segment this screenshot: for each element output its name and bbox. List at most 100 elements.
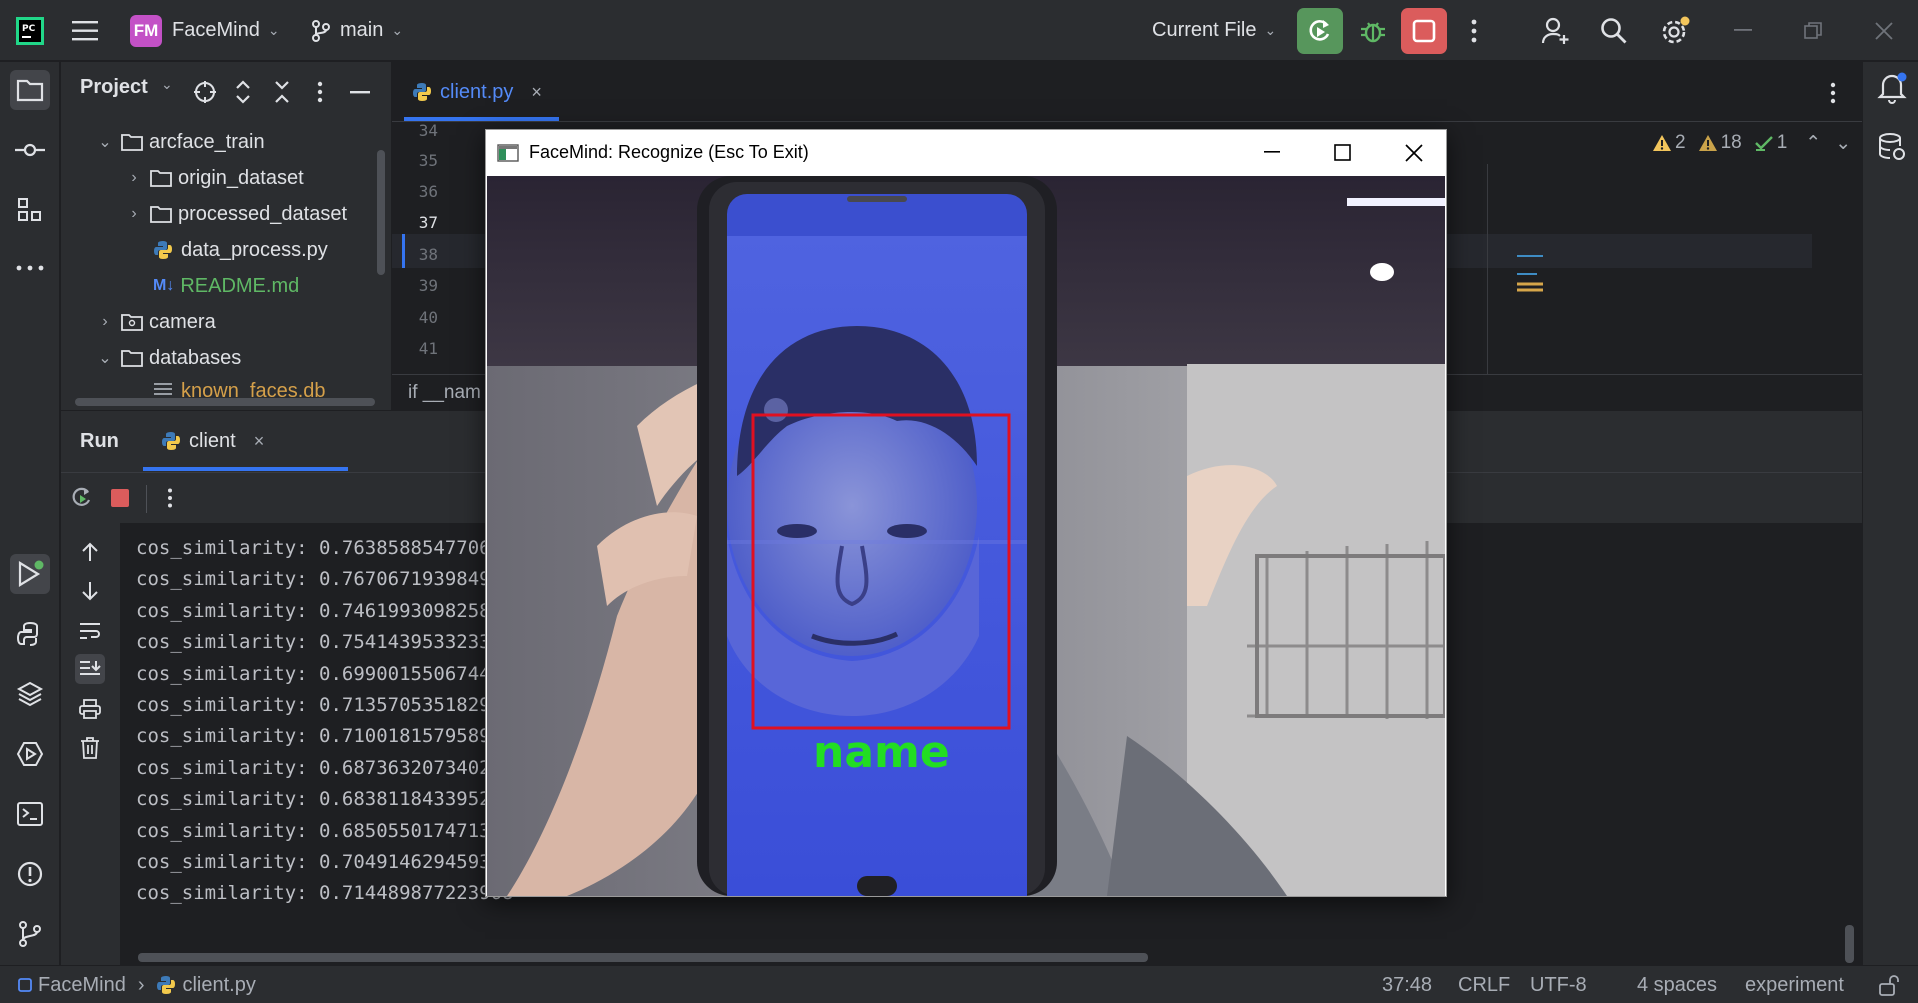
tree-item-data-process-py[interactable]: data_process.py	[153, 232, 328, 268]
active-tab-indicator	[143, 467, 348, 471]
commit-icon[interactable]	[10, 130, 50, 170]
tab-client-py[interactable]: client.py ×	[412, 76, 542, 108]
run-options-icon[interactable]	[167, 488, 173, 508]
close-tab-icon[interactable]: ×	[531, 82, 542, 103]
stop-button[interactable]	[1401, 0, 1447, 61]
minimize-window-icon[interactable]	[1264, 151, 1282, 154]
indent-setting[interactable]: 4 spaces	[1637, 966, 1717, 1003]
camera-image	[487, 176, 1445, 896]
recognize-window-title: FaceMind: Recognize (Esc To Exit)	[529, 142, 809, 162]
branch-switcher[interactable]: main ⌄	[310, 0, 403, 61]
python-packages-layers-icon[interactable]	[10, 674, 50, 714]
tree-item-readme-md[interactable]: M↓ README.md	[153, 268, 299, 304]
more-actions-icon[interactable]	[1470, 0, 1478, 61]
search-icon[interactable]	[1600, 0, 1628, 61]
panel-options-icon[interactable]	[317, 81, 323, 103]
inspection-widget[interactable]: 2 18 1 ⌃ ⌄	[1652, 130, 1851, 156]
stop-process-icon[interactable]	[111, 489, 129, 507]
branch-name: main	[340, 19, 384, 41]
expand-all-icon[interactable]	[234, 80, 252, 104]
folder-icon	[121, 314, 143, 331]
maximize-window-icon[interactable]	[1334, 144, 1352, 162]
run-tab-client[interactable]: client ×	[161, 426, 264, 456]
project-tool-folder-icon[interactable]	[10, 70, 50, 110]
line-separator[interactable]: CRLF	[1458, 966, 1510, 1003]
tree-item-camera[interactable]: › camera	[95, 304, 215, 340]
recognize-window-titlebar[interactable]: FaceMind: Recognize (Esc To Exit)	[486, 130, 1446, 175]
tree-vertical-scrollbar[interactable]	[377, 150, 385, 275]
breadcrumb[interactable]: if __nam	[408, 382, 481, 404]
python-file-icon	[157, 976, 176, 994]
close-window-icon[interactable]	[1875, 0, 1893, 61]
soft-wrap-icon[interactable]	[75, 616, 105, 646]
database-icon[interactable]	[1877, 132, 1907, 162]
tree-item-databases[interactable]: ⌄ databases	[95, 340, 241, 376]
chevron-down-icon[interactable]: ⌄	[161, 76, 173, 93]
main-menu-icon[interactable]	[72, 0, 100, 61]
run-tool-icon[interactable]	[10, 554, 50, 594]
console-line: cos_similarity: 0.76706719398498	[136, 568, 503, 591]
project-panel-title[interactable]: Project	[80, 76, 148, 99]
rerun-icon[interactable]	[69, 485, 95, 511]
hide-panel-icon[interactable]	[350, 91, 370, 94]
minimize-window-icon[interactable]	[1734, 0, 1752, 61]
next-highlight-icon[interactable]: ⌄	[1835, 132, 1851, 155]
python-file-icon	[413, 83, 431, 101]
console-vertical-scrollbar[interactable]	[1845, 925, 1854, 963]
terminal-icon[interactable]	[10, 794, 50, 834]
python-interpreter[interactable]: experiment	[1745, 966, 1844, 1003]
face-name-label: name	[813, 727, 950, 778]
print-icon[interactable]	[75, 694, 105, 724]
console-line: cos_similarity: 0.69900155067443	[136, 662, 503, 685]
recognize-window: FaceMind: Recognize (Esc To Exit) name	[485, 129, 1447, 897]
tree-item-processed-dataset[interactable]: › processed_dataset	[124, 196, 347, 232]
close-window-icon[interactable]	[1405, 144, 1423, 162]
debug-button[interactable]	[1358, 0, 1388, 61]
more-tools-icon[interactable]	[10, 248, 50, 288]
line-number: 41	[418, 339, 438, 358]
run-config-selector[interactable]: Current File ⌄	[1152, 0, 1276, 61]
scroll-to-end-icon[interactable]	[75, 654, 105, 684]
readonly-lock-icon[interactable]	[1879, 966, 1899, 1003]
warning-icon	[1653, 135, 1671, 151]
title-bar: PC FM FaceMind ⌄ main ⌄ Current File ⌄	[0, 0, 1918, 61]
ok-count: 1	[1776, 132, 1788, 153]
git-icon[interactable]	[10, 914, 50, 954]
status-breadcrumb[interactable]: FaceMind › client.py	[18, 966, 256, 1003]
problems-icon[interactable]	[10, 854, 50, 894]
run-config-label: Current File	[1152, 19, 1257, 41]
chevron-down-icon: ⌄	[391, 22, 404, 38]
editor-tab-bar	[392, 62, 1862, 122]
tree-item-origin-dataset[interactable]: › origin_dataset	[124, 160, 303, 196]
restore-window-icon[interactable]	[1804, 0, 1822, 61]
add-user-icon[interactable]	[1541, 0, 1571, 61]
python-console-icon[interactable]	[10, 614, 50, 654]
services-icon[interactable]	[10, 734, 50, 774]
previous-highlight-icon[interactable]: ⌃	[1805, 132, 1821, 155]
rerun-button[interactable]	[1297, 0, 1343, 61]
console-line: cos_similarity: 0.68736320734024	[136, 756, 503, 779]
file-encoding[interactable]: UTF-8	[1530, 966, 1587, 1003]
structure-icon[interactable]	[10, 190, 50, 230]
divider	[146, 485, 147, 513]
weak-warning-icon	[1698, 135, 1717, 151]
tree-item-arcface-train[interactable]: ⌄ arcface_train	[95, 124, 264, 160]
line-number: 35	[418, 151, 438, 170]
console-horizontal-scrollbar[interactable]	[138, 953, 1148, 962]
settings-gear-icon[interactable]	[1659, 0, 1691, 61]
status-project: FaceMind	[38, 973, 126, 996]
collapse-all-icon[interactable]	[273, 80, 291, 104]
stop-icon	[1412, 19, 1436, 42]
notifications-bell-icon[interactable]	[1877, 72, 1907, 104]
tree-horizontal-scrollbar[interactable]	[75, 398, 375, 406]
project-switcher[interactable]: FM FaceMind ⌄	[130, 0, 280, 61]
line-number: 39	[418, 276, 438, 295]
caret-position[interactable]: 37:48	[1382, 966, 1432, 1003]
run-panel-title[interactable]: Run	[80, 430, 119, 453]
editor-options-icon[interactable]	[1830, 82, 1836, 104]
scroll-down-arrow-icon[interactable]	[75, 576, 105, 606]
trash-icon[interactable]	[75, 733, 105, 763]
scroll-up-arrow-icon[interactable]	[75, 537, 105, 567]
close-tab-icon[interactable]: ×	[254, 431, 265, 452]
locate-file-icon[interactable]	[193, 80, 217, 104]
